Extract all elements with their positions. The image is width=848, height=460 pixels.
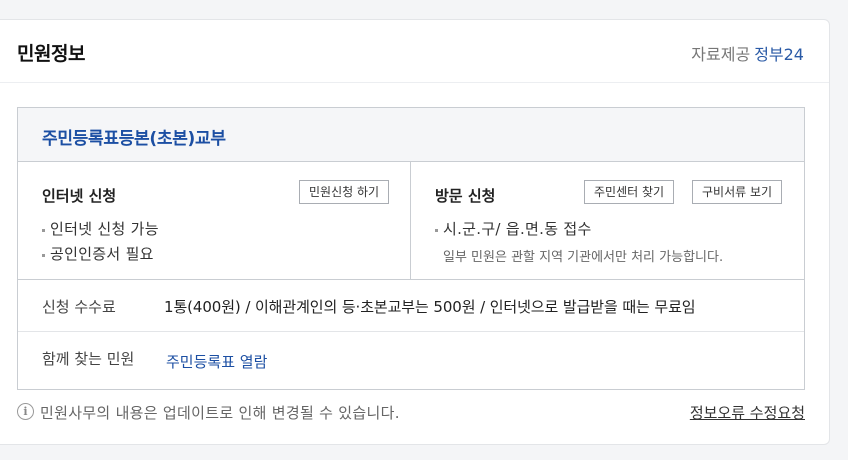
provider-label: 자료제공 <box>691 45 751 64</box>
internet-bullet-list: 인터넷 신청 가능 공인인증서 필요 <box>42 217 159 267</box>
fee-row: 신청 수수료 1통(400원) / 이해관계인의 등·초본교부는 500원 / … <box>18 280 804 332</box>
list-item: 인터넷 신청 가능 <box>42 217 159 242</box>
related-link[interactable]: 주민등록표 열람 <box>166 351 267 372</box>
view-documents-button[interactable]: 구비서류 보기 <box>692 180 783 204</box>
find-center-button[interactable]: 주민센터 찾기 <box>584 180 675 204</box>
visit-apply-title: 방문 신청 <box>435 187 496 205</box>
service-box: 주민등록표등본(초본)교부 인터넷 신청 민원신청 하기 인터넷 신청 가능 공… <box>17 107 805 390</box>
data-provider: 자료제공 정부24 <box>691 41 804 65</box>
related-row: 함께 찾는 민원 주민등록표 열람 <box>18 332 804 384</box>
report-error-link[interactable]: 정보오류 수정요청 <box>690 402 805 423</box>
related-label: 함께 찾는 민원 <box>42 350 135 368</box>
service-title-bar: 주민등록표등본(초본)교부 <box>18 108 804 162</box>
fee-label: 신청 수수료 <box>42 298 116 316</box>
update-notice: 민원사무의 내용은 업데이트로 인해 변경될 수 있습니다. <box>40 404 400 422</box>
info-icon: i <box>17 403 34 420</box>
visit-apply-section: 방문 신청 주민센터 찾기 구비서류 보기 시.군.구/ 읍.면.동 접수 일부… <box>411 162 804 279</box>
visit-note: 일부 민원은 관할 지역 기관에서만 처리 가능합니다. <box>443 250 724 265</box>
fee-value: 1통(400원) / 이해관계인의 등·초본교부는 500원 / 인터넷으로 발… <box>164 298 696 316</box>
internet-apply-title: 인터넷 신청 <box>42 187 117 205</box>
apply-methods: 인터넷 신청 민원신청 하기 인터넷 신청 가능 공인인증서 필요 방문 신청 … <box>18 162 804 280</box>
list-item: 공인인증서 필요 <box>42 242 159 267</box>
card-title: 민원정보 <box>17 43 85 65</box>
list-item: 시.군.구/ 읍.면.동 접수 <box>435 217 592 242</box>
internet-apply-section: 인터넷 신청 민원신청 하기 인터넷 신청 가능 공인인증서 필요 <box>18 162 411 279</box>
civil-info-card: 민원정보 자료제공 정부24 주민등록표등본(초본)교부 인터넷 신청 민원신청 … <box>0 19 830 445</box>
footer: i 민원사무의 내용은 업데이트로 인해 변경될 수 있습니다. 정보오류 수정… <box>17 400 805 424</box>
provider-link[interactable]: 정부24 <box>754 45 804 64</box>
visit-bullet-list: 시.군.구/ 읍.면.동 접수 <box>435 217 592 242</box>
service-title: 주민등록표등본(초본)교부 <box>42 129 226 149</box>
card-header: 민원정보 자료제공 정부24 <box>0 20 829 83</box>
apply-online-button[interactable]: 민원신청 하기 <box>299 180 390 204</box>
